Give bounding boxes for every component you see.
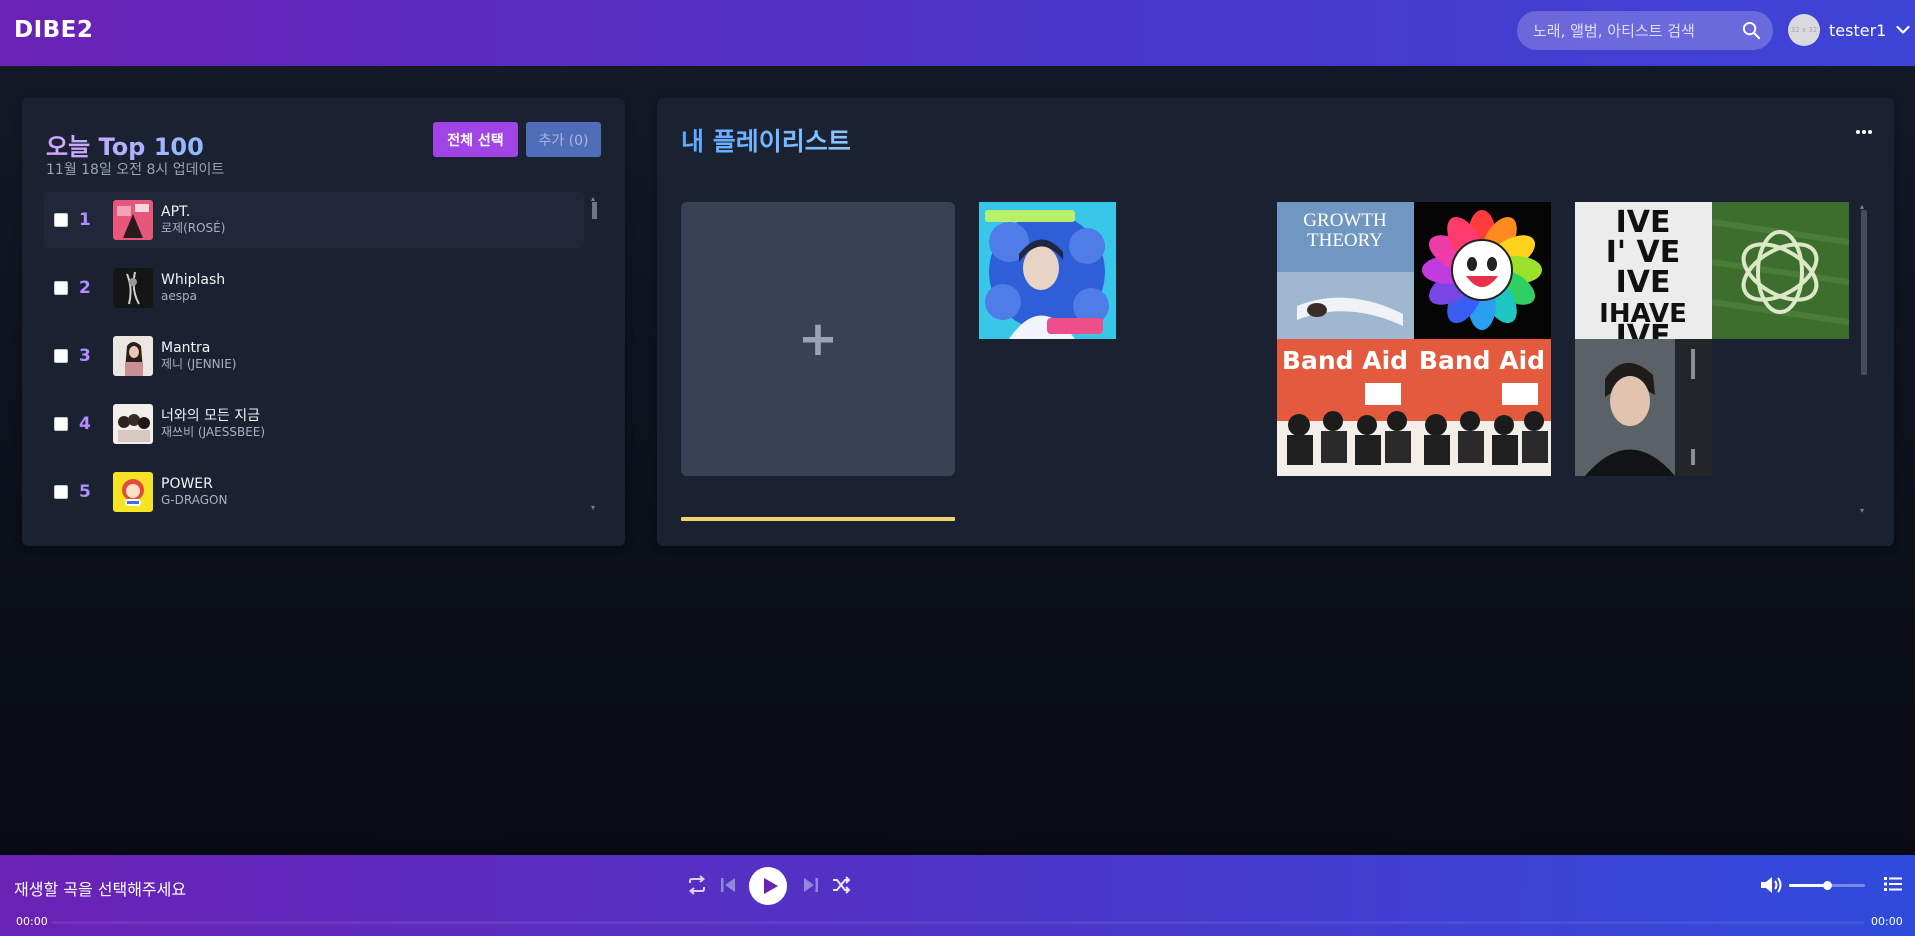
playlist-scrollbar[interactable] (1861, 210, 1867, 375)
user-menu[interactable]: 32 x 32 tester1 (1788, 14, 1910, 46)
song-row[interactable]: 5 POWER G-DRAGON (44, 464, 584, 520)
song-rank: 2 (79, 278, 91, 298)
now-playing-text: 재생할 곡을 선택해주세요 (14, 880, 187, 899)
svg-text:Band Aid: Band Aid (1282, 346, 1408, 375)
select-all-button[interactable]: 전체 선택 (433, 122, 518, 157)
top100-title: 오늘 Top 100 (46, 127, 204, 162)
svg-text:IVE: IVE (1616, 319, 1671, 339)
album-cover-jaessbee[interactable] (113, 404, 153, 444)
search-input[interactable] (1533, 21, 1738, 40)
song-artist[interactable]: aespa (161, 289, 225, 304)
song-rank: 1 (79, 210, 91, 230)
svg-text:THEORY: THEORY (1307, 230, 1383, 251)
album-cover-power[interactable] (113, 472, 153, 512)
svg-text:Band Aid: Band Aid (1419, 346, 1545, 375)
add-playlist-tile[interactable]: + (681, 202, 955, 476)
album-art-green-field[interactable] (1712, 202, 1849, 339)
avatar[interactable]: 32 x 32 (1788, 14, 1820, 46)
previous-icon[interactable] (717, 874, 739, 896)
plus-icon: + (797, 311, 839, 367)
shuffle-icon[interactable] (830, 874, 852, 896)
app-logo[interactable]: DIBE2 (14, 17, 93, 43)
chevron-down-icon[interactable] (1896, 25, 1910, 35)
svg-text:IVE: IVE (1616, 265, 1671, 300)
album-art-band-aid-1[interactable]: Band Aid (1277, 339, 1414, 476)
song-list-scrollbar[interactable] (592, 202, 597, 219)
song-checkbox[interactable] (54, 281, 68, 295)
selected-tab-indicator (681, 517, 955, 521)
song-artist[interactable]: G-DRAGON (161, 493, 227, 508)
song-checkbox[interactable] (54, 213, 68, 227)
song-title[interactable]: Mantra (161, 340, 236, 357)
album-art-ive[interactable]: IVE I' VE IVE IHAVE IVE (1575, 202, 1712, 339)
current-time: 00:00 (16, 915, 48, 928)
player-bar: 재생할 곡을 선택해주세요 00:00 00:00 (0, 855, 1915, 936)
playlists-panel: 내 플레이리스트 + GROWTH THEORY Band Aid Band A… (657, 98, 1894, 546)
song-row[interactable]: 4 너와의 모든 지금 재쓰비 (JAESSBEE) (44, 396, 584, 452)
song-checkbox[interactable] (54, 485, 68, 499)
play-button[interactable] (749, 867, 787, 905)
top100-updated-time: 11월 18일 오전 8시 업데이트 (46, 162, 225, 178)
playlists-title: 내 플레이리스트 (681, 122, 851, 158)
username[interactable]: tester1 (1829, 21, 1886, 40)
next-icon[interactable] (800, 874, 822, 896)
queue-icon[interactable] (1884, 875, 1902, 893)
top100-panel: 오늘 Top 100 11월 18일 오전 8시 업데이트 전체 선택 추가 (… (22, 98, 625, 546)
total-time: 00:00 (1871, 915, 1903, 928)
add-selected-button[interactable]: 추가 (0) (526, 122, 601, 157)
progress-bar[interactable] (52, 921, 1864, 924)
song-artist[interactable]: 로제(ROSÉ) (161, 221, 225, 236)
album-cover-mantra[interactable] (113, 336, 153, 376)
song-artist[interactable]: 재쓰비 (JAESSBEE) (161, 425, 265, 440)
album-cover-apt[interactable] (113, 200, 153, 240)
song-row[interactable]: 2 Whiplash aespa (44, 260, 584, 316)
song-row[interactable]: 1 APT. 로제(ROSÉ) (44, 192, 584, 248)
album-art-band-aid-2[interactable]: Band Aid (1414, 339, 1551, 476)
repeat-icon[interactable] (686, 874, 708, 896)
song-title[interactable]: POWER (161, 476, 227, 493)
song-checkbox[interactable] (54, 349, 68, 363)
volume-level (1789, 884, 1827, 887)
volume-handle[interactable] (1823, 881, 1832, 890)
song-checkbox[interactable] (54, 417, 68, 431)
more-options-icon[interactable] (1855, 128, 1873, 136)
song-title[interactable]: Whiplash (161, 272, 225, 289)
search-icon[interactable] (1742, 21, 1761, 40)
volume-icon[interactable] (1759, 874, 1783, 896)
playlist-cover[interactable] (979, 202, 1116, 339)
svg-text:GROWTH: GROWTH (1303, 210, 1387, 231)
scroll-down-arrow[interactable]: ▾ (591, 503, 595, 512)
playlist-scroll-down-arrow[interactable]: ▾ (1860, 506, 1864, 515)
song-rank: 4 (79, 414, 91, 434)
app-header: DIBE2 32 x 32 tester1 (0, 0, 1915, 66)
song-row[interactable]: 3 Mantra 제니 (JENNIE) (44, 328, 584, 384)
album-cover-whiplash[interactable] (113, 268, 153, 308)
album-art-portrait[interactable] (1575, 339, 1712, 476)
search-bar (1517, 11, 1773, 50)
song-title[interactable]: APT. (161, 204, 225, 221)
play-icon (763, 878, 778, 894)
song-title[interactable]: 너와의 모든 지금 (161, 408, 265, 425)
album-art-growth-theory[interactable]: GROWTH THEORY (1277, 202, 1414, 339)
song-rank: 3 (79, 346, 91, 366)
song-list: 1 APT. 로제(ROSÉ) 2 Whiplash aespa 3 Mantr… (44, 192, 584, 532)
song-artist[interactable]: 제니 (JENNIE) (161, 357, 236, 372)
song-rank: 5 (79, 482, 91, 502)
album-art-rainbow-flower[interactable] (1414, 202, 1551, 339)
